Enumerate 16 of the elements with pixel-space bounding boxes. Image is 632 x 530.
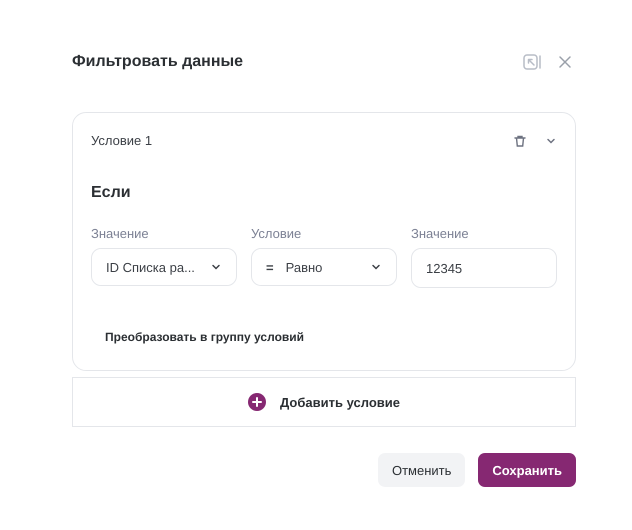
trash-icon[interactable]: [513, 134, 527, 148]
field-label: Значение: [91, 226, 150, 241]
if-heading: Если: [91, 184, 132, 202]
select-field[interactable]: ID Списка ра...: [91, 248, 237, 286]
field-label: Значение: [411, 226, 470, 241]
select-field[interactable]: = Равно: [251, 248, 397, 286]
field-label: Условие: [251, 226, 302, 241]
input-field[interactable]: 12345: [411, 248, 557, 288]
plus-icon: [248, 393, 266, 411]
save-button[interactable]: Сохранить: [478, 453, 576, 487]
close-icon[interactable]: [558, 55, 572, 69]
dialog-title: Фильтровать данные: [72, 53, 244, 71]
add-condition-button[interactable]: Добавить условие: [72, 377, 576, 427]
convert-link[interactable]: Преобразовать в группу условий: [105, 330, 304, 344]
condition-title: Условие 1: [91, 133, 152, 148]
cancel-button[interactable]: Отменить: [378, 453, 466, 487]
